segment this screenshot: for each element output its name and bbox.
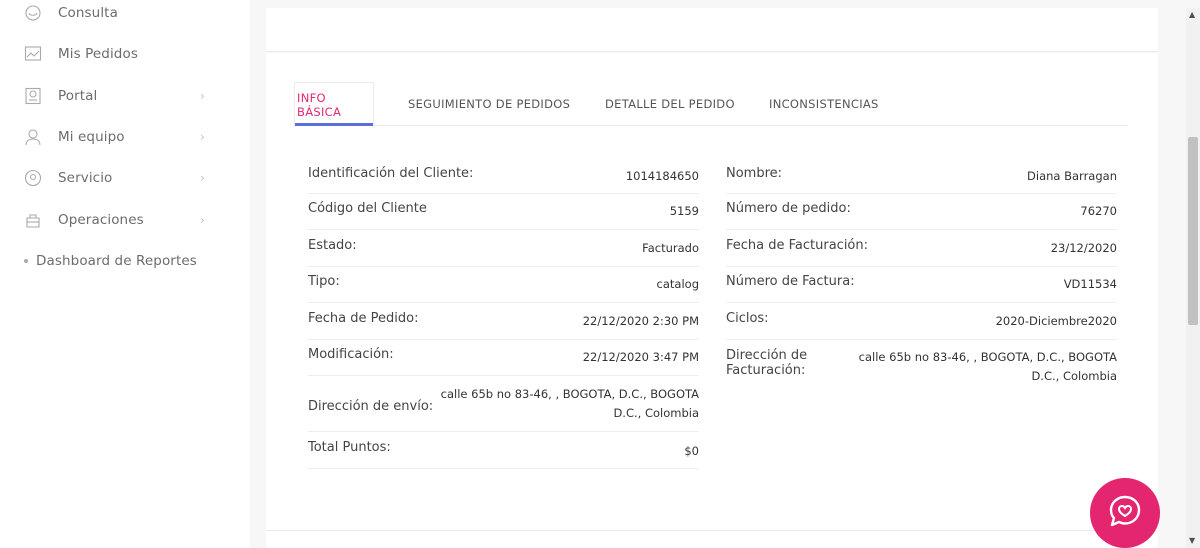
field-label: Dirección de Facturación:: [726, 348, 808, 378]
field-label: Estado:: [308, 237, 357, 253]
field-value: 22/12/2020 3:47 PM: [582, 350, 699, 364]
field-value: 22/12/2020 2:30 PM: [582, 313, 699, 328]
field-row: Estado: Facturado: [308, 230, 699, 267]
scrollbar-thumb[interactable]: [1188, 137, 1198, 325]
tab-info-basica[interactable]: INFO BÁSICA: [294, 82, 374, 126]
sidebar-item-label: Servicio: [58, 170, 113, 186]
chevron-right-icon: ›: [200, 213, 205, 227]
field-value: 76270: [1080, 204, 1117, 218]
field-label: Fecha de Facturación:: [726, 237, 869, 253]
field-row: Código del Cliente 5159: [308, 194, 699, 230]
field-label: Número de Factura:: [726, 274, 855, 289]
field-row: Fecha de Facturación: 23/12/2020: [726, 230, 1117, 267]
sidebar-item-mis-pedidos[interactable]: Mis Pedidos: [24, 44, 214, 64]
sidebar-item-label: Consulta: [58, 5, 118, 21]
field-row: Dirección de envío: calle 65b no 83-46, …: [308, 376, 699, 432]
sidebar-item-mi-equipo[interactable]: Mi equipo ›: [24, 127, 214, 147]
chat-button[interactable]: [1090, 478, 1160, 548]
tab-seguimiento-pedidos[interactable]: SEGUIMIENTO DE PEDIDOS: [408, 82, 570, 126]
tab-bar: INFO BÁSICA SEGUIMIENTO DE PEDIDOS DETAL…: [294, 82, 1128, 126]
field-value: 23/12/2020: [1050, 240, 1117, 255]
sidebar-item-label: Operaciones: [58, 212, 144, 228]
field-label: Identificación del Cliente:: [308, 166, 474, 181]
sidebar-subitem-dashboard-reportes[interactable]: Dashboard de Reportes: [24, 253, 197, 269]
active-tab-indicator: [295, 123, 373, 126]
field-label: Ciclos:: [726, 310, 769, 326]
field-value: calle 65b no 83-46, , BOGOTA, D.C., BOGO…: [858, 350, 1117, 383]
field-label: Dirección de envío:: [308, 399, 434, 414]
main-header: [266, 8, 1158, 52]
field-label: Nombre:: [726, 166, 783, 181]
field-row: Total Puntos: $0: [308, 432, 699, 469]
field-value: 2020-Diciembre2020: [995, 313, 1117, 328]
field-value: VD11534: [1063, 277, 1117, 291]
scroll-down-arrow-icon[interactable]: ▼: [1189, 536, 1195, 545]
operations-icon: [24, 211, 42, 229]
chevron-right-icon: ›: [200, 130, 205, 144]
sidebar-item-operaciones[interactable]: Operaciones ›: [24, 210, 214, 230]
chat-heart-icon: [1105, 491, 1145, 535]
sidebar-item-label: Portal: [58, 88, 98, 104]
team-icon: [24, 128, 42, 146]
field-label: Modificación:: [308, 347, 394, 362]
field-row: Identificación del Cliente: 1014184650: [308, 158, 699, 194]
sidebar-item-portal[interactable]: Portal ›: [24, 86, 214, 106]
consult-icon: [24, 4, 42, 22]
sidebar-item-label: Mi equipo: [58, 129, 125, 145]
sidebar-item-consulta[interactable]: Consulta: [24, 3, 214, 23]
field-row: Tipo: catalog: [308, 267, 699, 303]
bullet-icon: [24, 259, 28, 263]
field-label: Tipo:: [308, 274, 340, 289]
field-row: Ciclos: 2020-Diciembre2020: [726, 303, 1117, 340]
field-row: Modificación: 22/12/2020 3:47 PM: [308, 340, 699, 376]
field-label: Código del Cliente: [308, 201, 427, 216]
field-value: $0: [684, 443, 699, 458]
field-row: Dirección de Facturación: calle 65b no 8…: [726, 340, 1117, 396]
field-row: Número de Factura: VD11534: [726, 267, 1117, 303]
sidebar-item-servicio[interactable]: Servicio ›: [24, 168, 214, 188]
card-bottom-divider: [266, 530, 1158, 531]
field-value: calle 65b no 83-46, , BOGOTA, D.C., BOGO…: [440, 386, 699, 420]
field-value: catalog: [656, 277, 699, 291]
field-label: Total Puntos:: [308, 439, 391, 455]
chart-icon: [24, 45, 42, 63]
field-value: Facturado: [642, 240, 699, 255]
portal-icon: [24, 87, 42, 105]
sidebar: Consulta Mis Pedidos Portal › Mi equipo …: [0, 0, 250, 548]
field-row: Nombre: Diana Barragan: [726, 158, 1117, 194]
field-label: Número de pedido:: [726, 201, 851, 216]
service-icon: [24, 169, 42, 187]
field-label: Fecha de Pedido:: [308, 310, 419, 326]
scroll-up-arrow-icon[interactable]: ▲: [1189, 10, 1195, 19]
field-row: Fecha de Pedido: 22/12/2020 2:30 PM: [308, 303, 699, 340]
sidebar-item-label: Mis Pedidos: [58, 46, 138, 62]
field-value: 1014184650: [625, 169, 699, 183]
tab-inconsistencias[interactable]: INCONSISTENCIAS: [769, 82, 879, 126]
sidebar-subitem-label: Dashboard de Reportes: [36, 253, 197, 269]
chevron-right-icon: ›: [200, 171, 205, 185]
field-value: 5159: [669, 204, 699, 218]
field-row: Número de pedido: 76270: [726, 194, 1117, 230]
field-value: Diana Barragan: [1027, 169, 1117, 183]
chevron-right-icon: ›: [200, 89, 205, 103]
tab-detalle-pedido[interactable]: DETALLE DEL PEDIDO: [605, 82, 735, 126]
